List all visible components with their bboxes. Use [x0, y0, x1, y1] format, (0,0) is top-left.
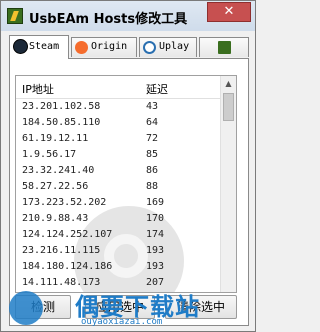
platform-tabs: Steam Origin Uplay [9, 35, 249, 59]
list-item[interactable]: 210.9.88.43 170 [16, 211, 222, 227]
ip-address: 173.223.52.202 [22, 197, 107, 208]
list-header: IP地址 延迟 [16, 76, 222, 99]
tab-origin[interactable]: Origin [71, 37, 137, 57]
app-icon [218, 41, 231, 54]
site-logo-icon [9, 291, 43, 325]
list-item[interactable]: 23.216.11.115 193 [16, 243, 222, 259]
latency-value: 86 [146, 165, 159, 176]
list-item[interactable]: 184.180.124.186 193 [16, 259, 222, 275]
list-item[interactable]: 23.32.241.40 86 [16, 163, 222, 179]
list-item[interactable]: 184.50.85.110 64 [16, 115, 222, 131]
latency-value: 43 [146, 101, 159, 112]
ip-address: 23.32.241.40 [22, 165, 95, 176]
tab-steam[interactable]: Steam [9, 35, 69, 59]
latency-value: 85 [146, 149, 159, 160]
latency-value: 88 [146, 181, 159, 192]
tab-uplay[interactable]: Uplay [139, 37, 197, 57]
scroll-up-icon[interactable]: ▲ [221, 76, 236, 91]
uplay-icon [143, 41, 156, 54]
ip-address: 1.9.56.17 [22, 149, 77, 160]
column-latency: 延迟 [146, 83, 168, 96]
latency-value: 170 [146, 213, 165, 224]
list-item[interactable]: 61.19.12.11 72 [16, 131, 222, 147]
ip-address: 124.124.252.107 [22, 229, 113, 240]
latency-value: 193 [146, 261, 165, 272]
list-item[interactable]: 124.124.252.107 174 [16, 227, 222, 243]
list-item[interactable]: 23.201.102.58 43 [16, 99, 222, 115]
app-window: UsbEAm Hosts修改工具 ✕ Steam Origin Uplay IP… [0, 0, 256, 332]
latency-value: 72 [146, 133, 159, 144]
list-rows: 23.201.102.58 43 184.50.85.110 64 61.19.12.1… [16, 99, 222, 291]
list-item[interactable]: 173.223.52.202 169 [16, 195, 222, 211]
ip-address: 23.216.11.115 [22, 245, 101, 256]
app-logo-icon [7, 8, 23, 24]
latency-value: 64 [146, 117, 159, 128]
list-item[interactable]: 58.27.22.56 88 [16, 179, 222, 195]
latency-value: 174 [146, 229, 165, 240]
tab-label: Origin [91, 41, 128, 52]
ip-list[interactable]: IP地址 延迟 23.201.102.58 43 184.50.85.110 64 61… [15, 75, 237, 293]
ip-address: 184.180.124.186 [22, 261, 113, 272]
tab-label: Uplay [159, 41, 190, 52]
close-button[interactable]: ✕ [207, 2, 251, 22]
origin-icon [75, 41, 88, 54]
watermark-url: ouyaoxiazai.com [81, 317, 163, 327]
ip-address: 23.201.102.58 [22, 101, 101, 112]
ip-address: 61.19.12.11 [22, 133, 89, 144]
scroll-thumb[interactable] [223, 93, 234, 121]
window-title: UsbEAm Hosts修改工具 [29, 12, 188, 27]
title-bar[interactable]: UsbEAm Hosts修改工具 ✕ [1, 1, 255, 31]
ip-address: 184.50.85.110 [22, 117, 101, 128]
list-item[interactable]: 1.9.56.17 85 [16, 147, 222, 163]
tab-label: Steam [29, 41, 60, 52]
column-ip: IP地址 [22, 83, 54, 96]
ip-address: 58.27.22.56 [22, 181, 89, 192]
steam-icon [13, 39, 28, 54]
latency-value: 169 [146, 197, 165, 208]
tab-app[interactable] [199, 37, 249, 57]
vertical-scrollbar[interactable]: ▲ [220, 76, 236, 292]
ip-address: 210.9.88.43 [22, 213, 89, 224]
latency-value: 193 [146, 245, 165, 256]
